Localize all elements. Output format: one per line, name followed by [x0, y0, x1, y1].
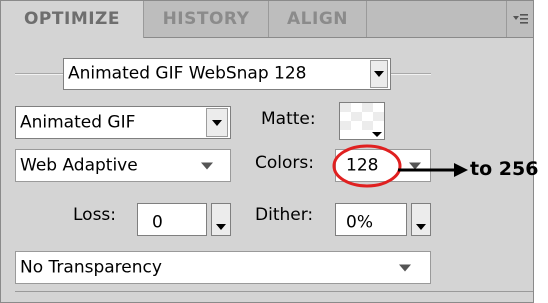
highlight-circle — [332, 144, 402, 188]
annotation-arrow-head — [454, 163, 468, 177]
annotation-text: to 256 — [470, 158, 539, 180]
annotation-overlay — [332, 144, 468, 188]
